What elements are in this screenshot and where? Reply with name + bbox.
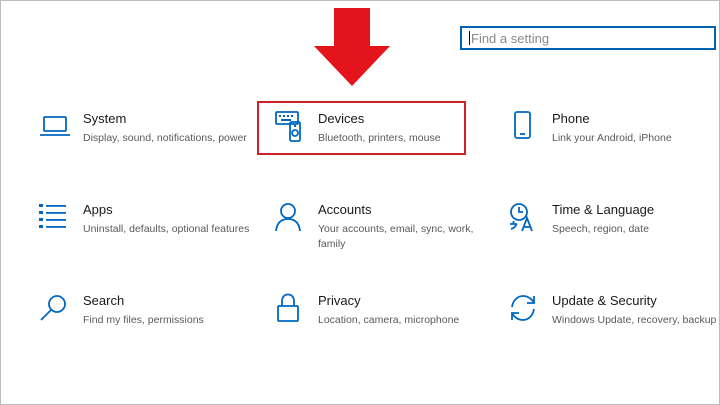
search-icon — [40, 295, 66, 321]
tile-title: Update & Security — [552, 293, 657, 308]
tile-title: Phone — [552, 111, 590, 126]
tile-title: Apps — [83, 202, 113, 217]
tile-description: Location, camera, microphone — [318, 314, 460, 326]
tile-description: Speech, region, date — [552, 223, 649, 235]
text-caret — [469, 31, 470, 45]
tile-privacy[interactable]: Privacy Location, camera, microphone — [274, 293, 484, 353]
tile-title: Accounts — [318, 202, 372, 217]
tile-apps[interactable]: Apps Uninstall, defaults, optional featu… — [39, 202, 249, 262]
tile-update-security[interactable]: Update & Security Windows Update, recove… — [508, 293, 718, 353]
tile-title: Time & Language — [552, 202, 655, 217]
tile-description: Uninstall, defaults, optional features — [83, 223, 250, 235]
tile-title: Privacy — [318, 293, 361, 308]
laptop-icon — [40, 116, 70, 136]
search-input[interactable] — [462, 28, 714, 48]
lock-icon — [277, 293, 299, 322]
tile-time-language[interactable]: Time & Language Speech, region, date — [508, 202, 718, 262]
tile-description: Display, sound, notifications, power — [83, 132, 247, 144]
apps-list-icon — [39, 204, 66, 228]
tile-description: Find my files, permissions — [83, 314, 204, 326]
tile-description: Your accounts, email, sync, work, family — [318, 223, 474, 250]
tile-title: Search — [83, 293, 125, 308]
tile-phone[interactable]: Phone Link your Android, iPhone — [508, 111, 718, 171]
phone-icon — [514, 111, 531, 139]
person-icon — [275, 203, 301, 232]
time-language-icon — [510, 203, 533, 232]
sync-icon — [511, 295, 535, 321]
tile-accounts[interactable]: Accounts Your accounts, email, sync, wor… — [274, 202, 484, 262]
tile-search[interactable]: Search Find my files, permissions — [39, 293, 249, 353]
tile-title: System — [83, 111, 127, 126]
devices-highlight-box — [257, 101, 466, 155]
tile-description: Link your Android, iPhone — [552, 132, 672, 144]
tile-system[interactable]: System Display, sound, notifications, po… — [39, 111, 249, 171]
tile-description: Windows Update, recovery, backup — [552, 314, 717, 326]
search-box[interactable] — [460, 26, 716, 50]
red-arrow-annotation — [314, 8, 390, 86]
